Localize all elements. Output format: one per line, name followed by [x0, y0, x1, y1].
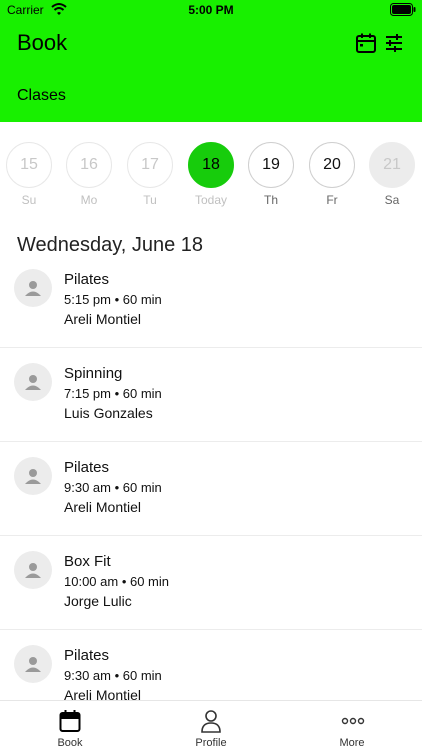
class-name: Box Fit	[64, 553, 111, 570]
tab-book[interactable]: Book	[0, 701, 140, 750]
class-list-item[interactable]: Pilates 5:15 pm • 60 min Areli Montiel	[0, 254, 422, 348]
person-placeholder-icon	[25, 375, 41, 390]
avatar	[14, 551, 52, 589]
day-label: Tu	[143, 193, 157, 207]
class-instructor: Areli Montiel	[64, 687, 142, 700]
person-placeholder-icon	[25, 563, 41, 578]
more-icon	[341, 717, 365, 725]
person-placeholder-icon	[25, 657, 41, 672]
class-instructor: Areli Montiel	[64, 311, 142, 327]
calendar-icon[interactable]	[355, 32, 377, 54]
class-name: Pilates	[64, 459, 110, 476]
tab-label: More	[339, 737, 365, 749]
class-time: 9:30 am • 60 min	[64, 480, 162, 495]
day-item-15[interactable]: 15 Su	[6, 142, 54, 216]
tab-bar: Book Profile More	[0, 700, 422, 750]
day-selector: 15 Su 16 Mo 17 Tu 18 Today 19 Th 20 Fr 2…	[0, 122, 422, 212]
day-number: 18	[188, 142, 234, 188]
day-label: Mo	[80, 193, 98, 207]
day-number: 17	[127, 142, 173, 188]
filter-icon[interactable]	[384, 32, 404, 54]
day-label: Fr	[326, 193, 338, 207]
class-instructor: Luis Gonzales	[64, 405, 153, 421]
day-label: Today	[194, 193, 228, 207]
class-instructor: Jorge Lulic	[64, 593, 132, 609]
day-number: 19	[248, 142, 294, 188]
day-label: Th	[263, 193, 278, 207]
day-number: 21	[369, 142, 415, 188]
class-time: 9:30 am • 60 min	[64, 668, 162, 683]
class-time: 5:15 pm • 60 min	[64, 292, 162, 307]
person-placeholder-icon	[25, 469, 41, 484]
class-instructor: Areli Montiel	[64, 499, 142, 515]
day-number: 20	[309, 142, 355, 188]
day-item-18-today[interactable]: 18 Today	[188, 142, 236, 216]
day-item-21[interactable]: 21 Sa	[369, 142, 417, 216]
avatar	[14, 645, 52, 683]
class-name: Pilates	[64, 647, 110, 664]
class-list: Pilates 5:15 pm • 60 min Areli Montiel S…	[0, 254, 422, 700]
day-item-17[interactable]: 17 Tu	[127, 142, 175, 216]
day-label: Su	[21, 193, 37, 207]
day-number: 16	[66, 142, 112, 188]
class-list-item[interactable]: Box Fit 10:00 am • 60 min Jorge Lulic	[0, 536, 422, 630]
person-icon	[201, 710, 221, 733]
day-item-20[interactable]: 20 Fr	[309, 142, 357, 216]
day-label: Sa	[384, 193, 400, 207]
battery-icon	[390, 3, 416, 16]
page-title: Book	[17, 30, 68, 55]
person-placeholder-icon	[25, 281, 41, 296]
avatar	[14, 363, 52, 401]
day-item-19[interactable]: 19 Th	[248, 142, 296, 216]
class-name: Pilates	[64, 271, 110, 288]
tab-profile[interactable]: Profile	[141, 701, 281, 750]
header: Book Clases	[0, 20, 422, 122]
day-item-16[interactable]: 16 Mo	[66, 142, 114, 216]
status-bar: Carrier 5:00 PM	[0, 0, 422, 20]
class-list-item[interactable]: Pilates 9:30 am • 60 min Areli Montiel	[0, 630, 422, 700]
class-list-item[interactable]: Pilates 9:30 am • 60 min Areli Montiel	[0, 442, 422, 536]
section-title: Clases	[17, 87, 66, 104]
class-time: 10:00 am • 60 min	[64, 574, 169, 589]
status-time: 5:00 PM	[188, 3, 234, 17]
avatar	[14, 269, 52, 307]
day-number: 15	[6, 142, 52, 188]
class-time: 7:15 pm • 60 min	[64, 386, 162, 401]
class-name: Spinning	[64, 365, 123, 382]
tab-label: Book	[57, 737, 83, 749]
tab-label: Profile	[195, 737, 227, 749]
avatar	[14, 457, 52, 495]
tab-more[interactable]: More	[282, 701, 422, 750]
class-list-item[interactable]: Spinning 7:15 pm • 60 min Luis Gonzales	[0, 348, 422, 442]
calendar-icon	[59, 710, 81, 732]
